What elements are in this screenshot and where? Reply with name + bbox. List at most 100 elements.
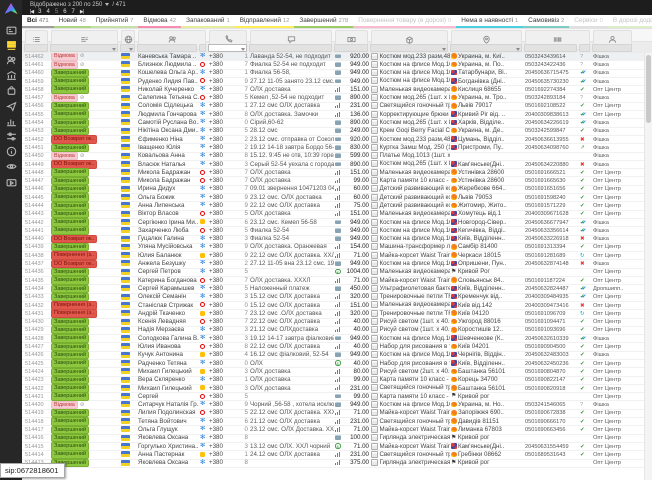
tracking-number[interactable]: 0501691187224 xyxy=(524,277,579,285)
tracking-number[interactable]: 20450632874148 xyxy=(524,260,579,268)
phone-number[interactable]: +380 xyxy=(208,111,230,119)
tracking-number[interactable]: 20450632610339 xyxy=(524,335,579,343)
tab-відправлений[interactable]: Відправлений12 xyxy=(235,15,295,28)
phone-number[interactable]: +380 xyxy=(208,443,230,451)
filter-dropdown-icon[interactable] xyxy=(516,48,520,51)
tab-повернення-товару-в-дорозі-[interactable]: Повернення товару (в дорозі)0 xyxy=(353,15,456,28)
tracking-number[interactable]: 20450636677947 xyxy=(524,219,579,227)
phone-number[interactable]: +380 xyxy=(208,69,230,77)
filter-dropdown-icon[interactable] xyxy=(442,48,446,51)
phone-number[interactable]: +380 xyxy=(208,393,230,401)
phone-number[interactable]: +380 xyxy=(208,459,230,467)
tracking-number[interactable]: 0501690666170 xyxy=(524,418,579,426)
tracking-number[interactable]: 20400309838613 xyxy=(524,111,579,119)
phone-number[interactable]: +380 xyxy=(208,351,230,359)
refuse-info-icon[interactable]: ⊘ xyxy=(80,153,85,159)
phone-number[interactable]: +380 xyxy=(208,418,230,426)
tab-нема-в-наявності[interactable]: Нема в наявності1 xyxy=(456,15,523,28)
phone-number[interactable]: +380 xyxy=(208,285,230,293)
tracking-number[interactable]: 20450632483003 xyxy=(524,351,579,359)
vertical-scrollbar[interactable] xyxy=(644,53,652,480)
tab-відмова[interactable]: Відмова42 xyxy=(138,15,181,28)
phone-number[interactable]: +380 xyxy=(208,152,230,160)
column-filter-4[interactable] xyxy=(199,44,206,52)
phone-number[interactable]: +380 xyxy=(208,326,230,334)
phone-number[interactable]: +380 xyxy=(208,219,230,227)
tracking-number[interactable]: 20450633226918 xyxy=(524,235,579,243)
phone-number[interactable]: +380 xyxy=(208,302,230,310)
tracking-number[interactable]: 0501691096709 xyxy=(524,310,579,318)
tracking-number[interactable]: 0503242599847 xyxy=(524,127,579,135)
phone-number[interactable]: +380 xyxy=(208,86,230,94)
tracking-number[interactable]: 0501691094471 xyxy=(524,318,579,326)
column-filter-7[interactable] xyxy=(334,44,368,52)
tracking-number[interactable]: 0501690663456 xyxy=(524,426,579,434)
column-filter-2[interactable] xyxy=(120,44,135,52)
refuse-info-icon[interactable]: ⊘ xyxy=(80,95,85,101)
phone-number[interactable]: +380 xyxy=(208,368,230,376)
phone-number[interactable]: +380 xyxy=(208,136,230,144)
filter-dropdown-icon[interactable] xyxy=(241,48,245,51)
sidebar-item-products[interactable] xyxy=(2,85,20,97)
filter-dropdown-icon[interactable] xyxy=(112,48,116,51)
tracking-number[interactable]: 20450635730230 xyxy=(524,78,579,86)
phone-number[interactable]: +380 xyxy=(208,61,230,69)
phone-number[interactable]: +380 xyxy=(208,210,230,218)
sidebar-item-messages[interactable] xyxy=(2,100,20,112)
column-filter-0[interactable] xyxy=(24,44,48,52)
tracking-number[interactable]: 0501690822147 xyxy=(524,376,579,384)
phone-number[interactable]: +380 xyxy=(208,227,230,235)
phone-number[interactable]: +380 xyxy=(208,161,230,169)
tracking-number[interactable]: 0503242893184 xyxy=(524,94,579,102)
phone-number[interactable]: +380 xyxy=(208,293,230,301)
column-filter-8[interactable] xyxy=(370,44,448,52)
tracking-number[interactable]: 20450634220880 xyxy=(524,161,579,169)
sidebar-item-stats[interactable] xyxy=(2,115,20,127)
column-filter-9[interactable] xyxy=(450,44,522,52)
column-filter-1[interactable] xyxy=(50,44,118,52)
tab-сервіси[interactable]: Сервіси0 xyxy=(569,15,608,28)
column-filter-6[interactable] xyxy=(249,44,332,52)
tracking-number[interactable]: 0503243439614 xyxy=(524,53,579,61)
phone-number[interactable]: +380 xyxy=(208,343,230,351)
phone-number[interactable]: +380 xyxy=(208,169,230,177)
tracking-number[interactable]: 0503241546065 xyxy=(524,401,579,409)
table-row[interactable]: 514413ЗавершенийЯковлева Оксана✻+3808375… xyxy=(22,460,645,468)
phone-number[interactable]: +380 xyxy=(208,202,230,210)
column-filter-10[interactable] xyxy=(524,44,577,52)
tracking-number[interactable]: 20450634226619 xyxy=(524,119,579,127)
tracking-number[interactable]: 20450636715475 xyxy=(524,69,579,77)
phone-number[interactable]: +380 xyxy=(208,127,230,135)
phone-number[interactable]: +380 xyxy=(208,235,230,243)
tab-прийнятий[interactable]: Прийнятий7 xyxy=(91,15,139,28)
phone-number[interactable]: +380 xyxy=(208,318,230,326)
tracking-number[interactable]: 0501691651656 xyxy=(524,185,579,193)
sidebar-item-video[interactable] xyxy=(2,176,20,188)
sidebar-item-info[interactable] xyxy=(2,146,20,158)
phone-number[interactable]: +380 xyxy=(208,409,230,417)
phone-number[interactable]: +380 xyxy=(208,194,230,202)
sidebar-item-users[interactable] xyxy=(2,55,20,67)
tab-завершений[interactable]: Завершений278 xyxy=(294,15,353,28)
tracking-number[interactable]: 20450636613955 xyxy=(524,136,579,144)
phone-number[interactable]: +380 xyxy=(208,260,230,268)
refuse-info-icon[interactable]: ⊘ xyxy=(80,62,85,68)
tracking-number[interactable]: 20450632824487 xyxy=(524,285,579,293)
phone-number[interactable]: +380 xyxy=(208,144,230,152)
tab-all[interactable]: Всі471 xyxy=(22,15,54,28)
refuse-info-icon[interactable]: ⊘ xyxy=(80,402,85,408)
phone-number[interactable]: +380 xyxy=(208,310,230,318)
phone-number[interactable]: +380 xyxy=(208,78,230,86)
tracking-number[interactable]: 0503243422436 xyxy=(524,61,579,69)
phone-number[interactable]: +380 xyxy=(208,102,230,110)
phone-number[interactable]: +380 xyxy=(208,335,230,343)
tracking-number[interactable]: 0501691281689 xyxy=(524,252,579,260)
tracking-number[interactable]: 0501689531643 xyxy=(524,451,579,459)
tracking-number[interactable]: 20450633356614 xyxy=(524,227,579,235)
tracking-number[interactable]: 20450634098760 xyxy=(524,144,579,152)
tab-самовивіз[interactable]: Самовивіз2 xyxy=(523,15,569,28)
range-dropdown-icon[interactable] xyxy=(105,3,109,6)
sidebar-item-company[interactable] xyxy=(2,70,20,82)
phone-number[interactable]: +380 xyxy=(208,376,230,384)
phone-number[interactable]: +380 xyxy=(208,277,230,285)
